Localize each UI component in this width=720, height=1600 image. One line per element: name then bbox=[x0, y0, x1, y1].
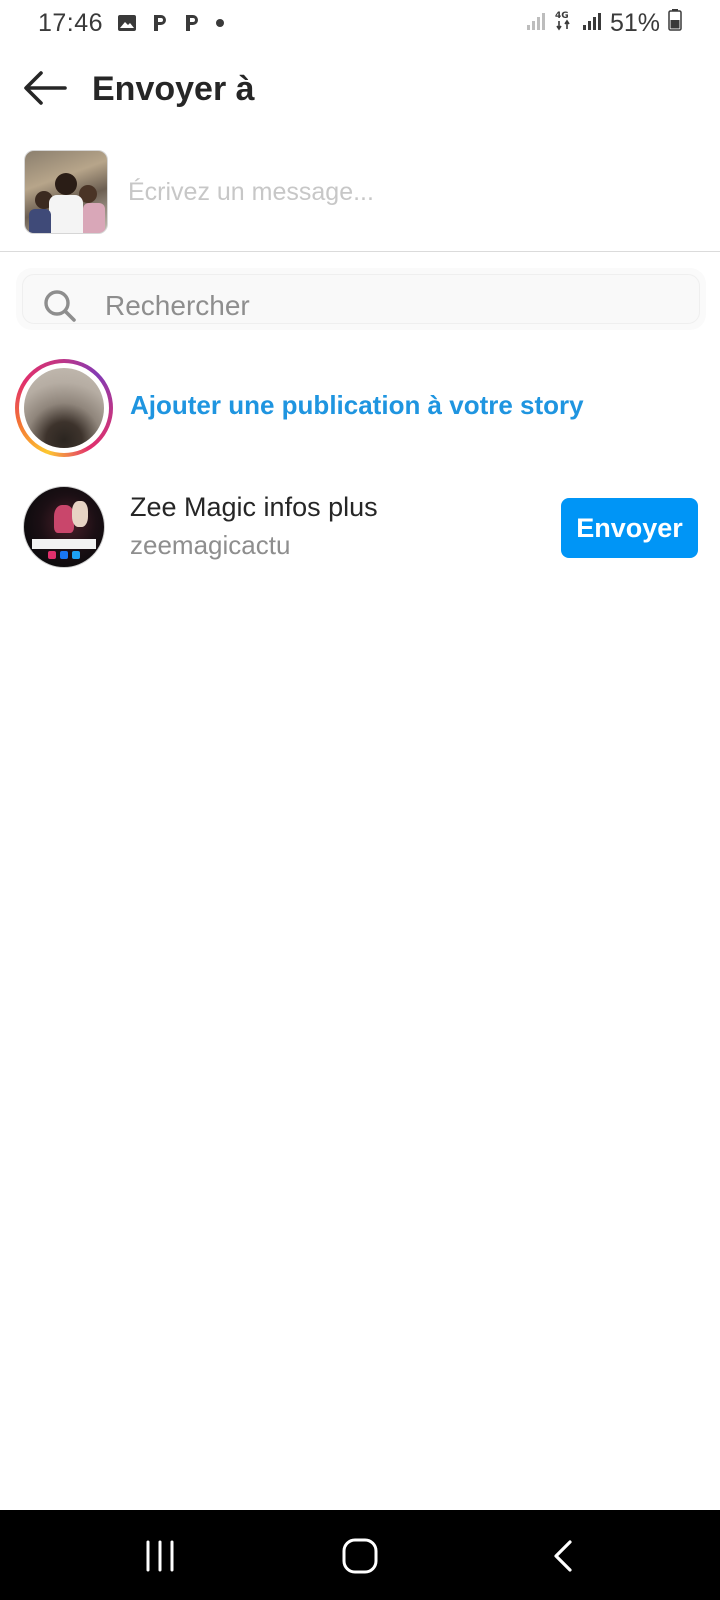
post-thumbnail bbox=[24, 150, 108, 234]
contact-row: Zee Magic infos plus zeemagicactu Envoye… bbox=[0, 486, 720, 570]
back-chevron-icon bbox=[546, 1540, 586, 1578]
gallery-icon bbox=[117, 14, 137, 32]
parking-icon bbox=[183, 13, 201, 33]
story-ring bbox=[15, 359, 113, 457]
home-icon bbox=[340, 1538, 380, 1578]
network-4g-icon: 4G bbox=[554, 9, 574, 38]
dot-icon bbox=[215, 18, 225, 28]
signal-icon bbox=[582, 9, 602, 38]
battery-icon bbox=[668, 8, 682, 38]
parking-icon bbox=[151, 13, 169, 33]
battery-percent: 51% bbox=[609, 8, 660, 37]
story-avatar bbox=[24, 368, 104, 448]
status-time: 17:46 bbox=[38, 8, 104, 37]
status-right: 4G 51% bbox=[526, 8, 682, 38]
arrow-left-icon bbox=[23, 70, 67, 111]
navigation-bar bbox=[0, 1510, 720, 1600]
search-icon bbox=[43, 289, 77, 323]
signal-weak-icon bbox=[526, 9, 546, 38]
header: Envoyer à bbox=[0, 56, 720, 126]
search-field[interactable] bbox=[22, 274, 700, 325]
add-to-story-row[interactable]: Ajouter une publication à votre story bbox=[0, 356, 720, 457]
search-bar bbox=[16, 268, 706, 330]
compose-section bbox=[0, 148, 720, 252]
home-button[interactable] bbox=[340, 1538, 380, 1574]
send-button[interactable]: Envoyer bbox=[561, 498, 698, 558]
message-input[interactable] bbox=[128, 172, 688, 212]
status-left: 17:46 bbox=[38, 9, 225, 38]
add-to-story-label: Ajouter une publication à votre story bbox=[130, 390, 584, 420]
contact-name: Zee Magic infos plus bbox=[130, 492, 378, 522]
page-title: Envoyer à bbox=[92, 70, 255, 108]
recents-icon bbox=[140, 1540, 180, 1578]
recents-button[interactable] bbox=[140, 1538, 180, 1574]
svg-text:4G: 4G bbox=[555, 11, 569, 21]
contact-avatar[interactable] bbox=[23, 486, 105, 568]
contact-username: zeemagicactu bbox=[130, 530, 291, 560]
back-button[interactable] bbox=[22, 70, 68, 110]
search-input[interactable] bbox=[105, 287, 685, 325]
status-bar: 17:46 4G 51% bbox=[0, 0, 720, 46]
nav-back-button[interactable] bbox=[546, 1538, 586, 1574]
